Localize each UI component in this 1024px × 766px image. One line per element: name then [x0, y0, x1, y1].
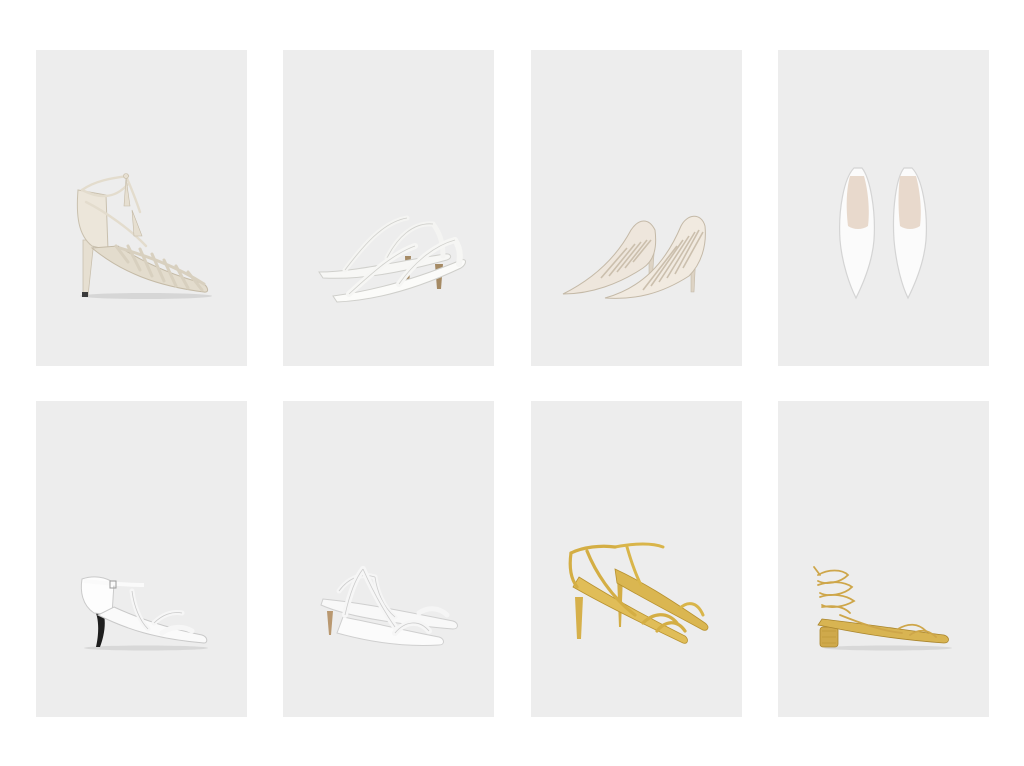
product-tile-white-pointed-flat[interactable] — [778, 50, 989, 366]
product-tile-gold-stiletto-sandal[interactable] — [531, 401, 742, 717]
product-tile-white-strappy-sandal[interactable] — [283, 50, 494, 366]
white-kitten-heel-sandal-image — [283, 401, 494, 717]
product-tile-lace-up-cage-heel[interactable] — [36, 50, 247, 366]
lace-up-cage-heel-image — [36, 50, 247, 366]
product-tile-gold-lace-up-block-heel[interactable] — [778, 401, 989, 717]
product-grid — [0, 0, 1024, 766]
product-tile-white-black-heel-sandal[interactable] — [36, 401, 247, 717]
gold-lace-up-block-heel-image — [778, 401, 989, 717]
white-black-heel-sandal-image — [36, 401, 247, 717]
white-strappy-sandal-image — [283, 50, 494, 366]
gold-stiletto-sandal-image — [531, 401, 742, 717]
product-tile-white-kitten-heel-sandal[interactable] — [283, 401, 494, 717]
cut-out-court-shoe-image — [531, 50, 742, 366]
white-pointed-flat-image — [778, 50, 989, 366]
product-tile-cut-out-court-shoe[interactable] — [531, 50, 742, 366]
